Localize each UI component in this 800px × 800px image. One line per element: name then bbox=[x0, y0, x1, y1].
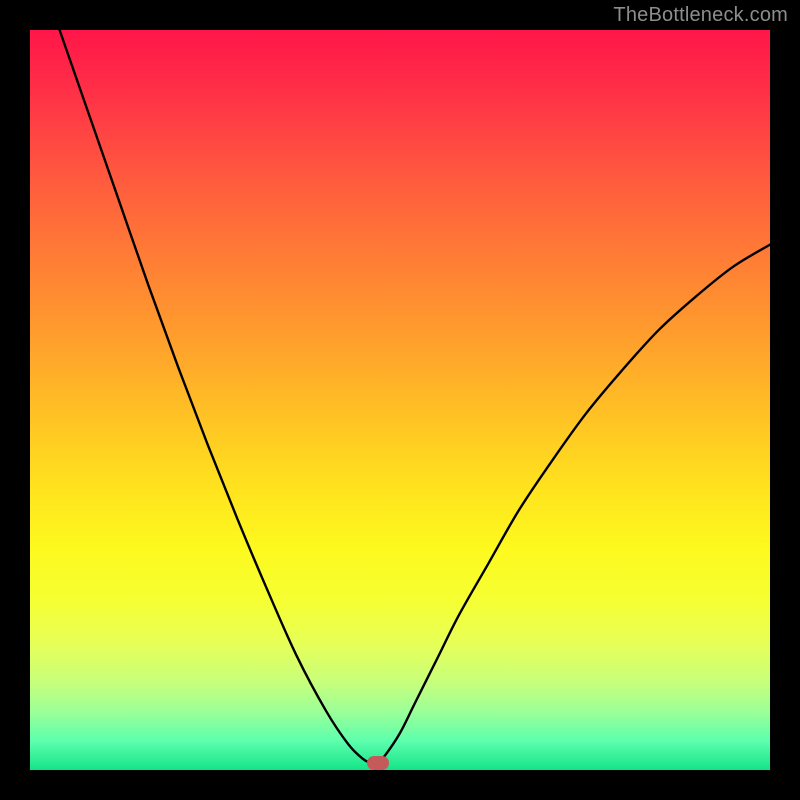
watermark-text: TheBottleneck.com bbox=[613, 4, 788, 27]
bottleneck-curve bbox=[30, 30, 770, 770]
plot-area bbox=[30, 30, 770, 770]
optimal-marker bbox=[367, 756, 389, 770]
chart-frame: TheBottleneck.com bbox=[0, 0, 800, 800]
